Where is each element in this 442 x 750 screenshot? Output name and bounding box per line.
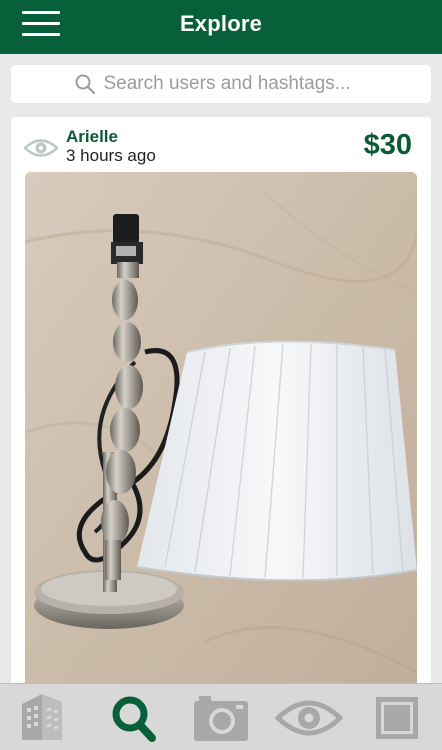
bottom-tab-bar (0, 683, 442, 750)
eye-icon (275, 700, 343, 736)
building-icon (22, 694, 62, 740)
eye-icon (24, 139, 58, 157)
top-nav-bar: Explore (0, 0, 442, 54)
search-bar[interactable] (11, 65, 431, 103)
listing-price: $30 (363, 129, 412, 161)
listing-photo[interactable] (25, 172, 417, 717)
search-input[interactable] (103, 73, 369, 95)
camera-icon (194, 696, 248, 741)
seller-username[interactable]: Arielle (66, 127, 118, 147)
tab-explore[interactable] (108, 684, 158, 750)
app-screen: Explore Arielle 3 hours ago $30 (0, 0, 442, 750)
tab-feed[interactable] (18, 684, 70, 750)
tab-watching[interactable] (275, 684, 343, 750)
post-timestamp: 3 hours ago (66, 146, 156, 165)
tab-camera[interactable] (192, 684, 250, 750)
square-icon (376, 697, 418, 739)
search-icon (112, 696, 156, 742)
tab-profile[interactable] (374, 684, 420, 750)
listing-card[interactable]: Arielle 3 hours ago $30 (11, 117, 431, 717)
page-title: Explore (179, 11, 263, 36)
search-icon (75, 74, 95, 95)
